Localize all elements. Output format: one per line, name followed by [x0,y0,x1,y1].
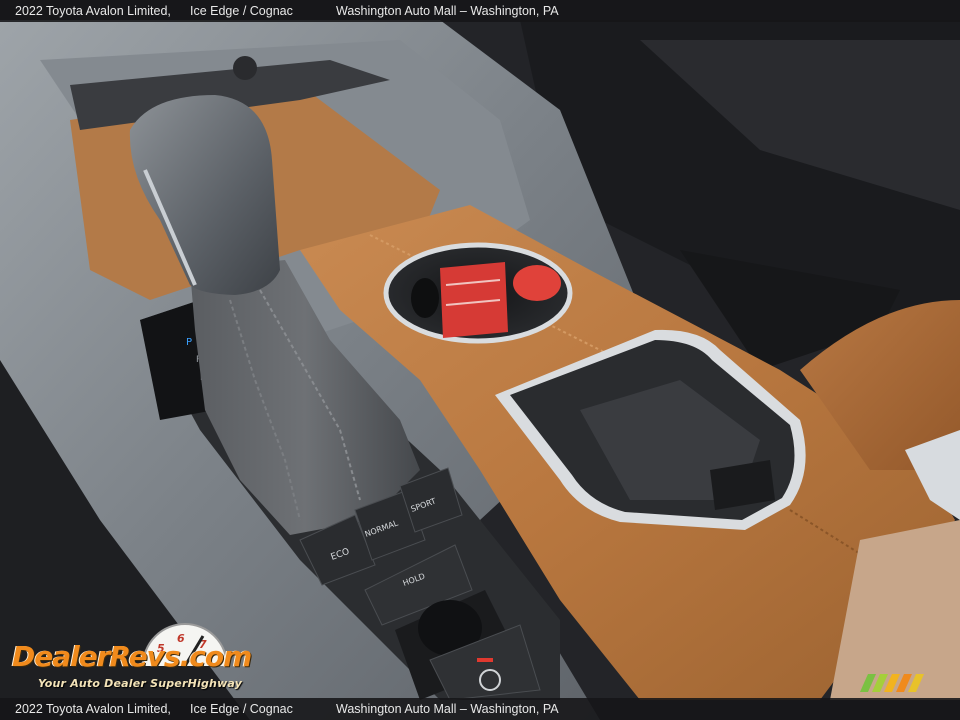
caption-bar-bottom: 2022 Toyota Avalon Limited, Ice Edge / C… [0,698,960,720]
dealerrevs-logo: 5 6 7 DealerRevs.com Your Auto Dealer Su… [10,622,280,694]
caption-bar-top: 2022 Toyota Avalon Limited, Ice Edge / C… [0,0,960,22]
color-caption-bottom: Ice Edge / Cognac [190,702,293,716]
logo-tagline: Your Auto Dealer SuperHighway [38,677,243,690]
logo-name: DealerRevs.com [12,640,252,673]
dealer-caption-bottom: Washington Auto Mall – Washington, PA [336,702,559,716]
interior-photo: P R N D ECO NORMAL SPORT HOLD [0,0,960,720]
vehicle-caption-bottom: 2022 Toyota Avalon Limited, [15,702,171,716]
striped-brand-icon [860,674,924,692]
vehicle-caption: 2022 Toyota Avalon Limited, [15,4,171,18]
color-caption: Ice Edge / Cognac [190,4,293,18]
dealer-caption: Washington Auto Mall – Washington, PA [336,4,559,18]
svg-text:P: P [186,337,192,348]
